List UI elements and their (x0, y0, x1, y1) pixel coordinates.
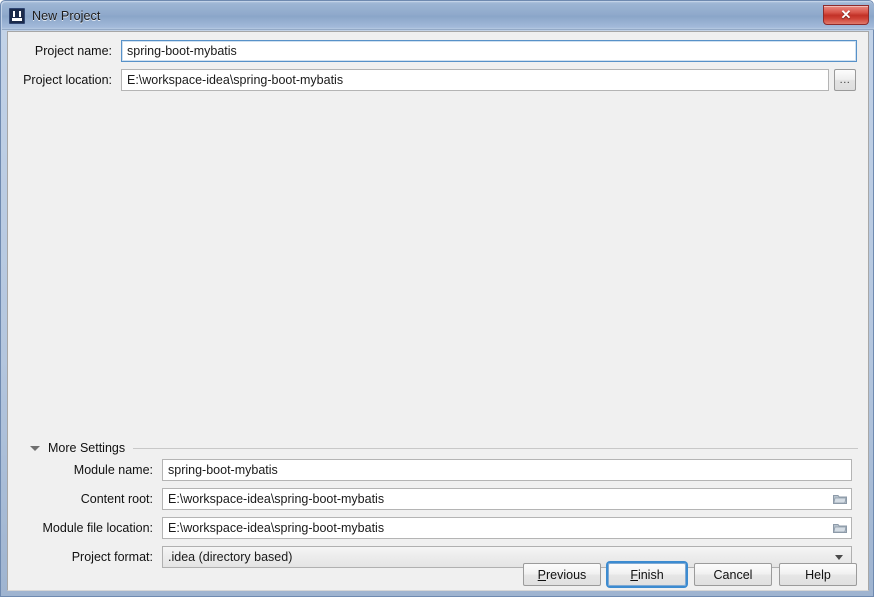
browse-project-location-button[interactable]: ... (834, 69, 856, 91)
content-root-field-wrap (162, 488, 852, 510)
dialog-button-bar: Previous Finish Cancel Help (8, 558, 870, 592)
module-file-location-row: Module file location: (8, 517, 870, 539)
project-location-field-wrap (121, 69, 829, 91)
content-root-label: Content root: (80, 492, 153, 506)
help-button[interactable]: Help (779, 563, 857, 586)
module-file-location-label: Module file location: (42, 521, 153, 535)
dialog-client-area: Project name: Project location: ... More… (7, 31, 869, 591)
module-name-field-wrap (162, 459, 852, 481)
new-project-dialog-window: New Project ✕ Project name: Project loca… (0, 0, 874, 597)
module-name-row: Module name: (8, 459, 870, 481)
previous-button[interactable]: Previous (523, 563, 601, 586)
project-name-label: Project name: (34, 44, 112, 58)
project-name-field-wrap (121, 40, 857, 62)
chevron-down-icon[interactable] (30, 445, 40, 451)
module-file-location-field-wrap (162, 517, 852, 539)
close-icon: ✕ (840, 7, 852, 22)
project-location-row: Project location: ... (8, 69, 870, 91)
content-root-input[interactable] (162, 488, 852, 510)
intellij-idea-icon (9, 7, 25, 24)
project-name-input[interactable] (121, 40, 857, 62)
content-root-row: Content root: (8, 488, 870, 510)
more-settings-divider (133, 447, 858, 449)
previous-button-label: Previous (537, 567, 587, 582)
module-file-location-input[interactable] (162, 517, 852, 539)
more-settings-section-header[interactable]: More Settings (30, 440, 858, 456)
project-location-input[interactable] (121, 69, 829, 91)
module-name-input[interactable] (162, 459, 852, 481)
finish-button-label: Finish (630, 567, 664, 582)
cancel-button[interactable]: Cancel (694, 563, 772, 586)
close-button[interactable]: ✕ (823, 4, 869, 25)
more-settings-label: More Settings (48, 441, 126, 455)
finish-button[interactable]: Finish (608, 563, 686, 586)
title-bar: New Project ✕ (2, 2, 874, 30)
project-name-row: Project name: (8, 40, 870, 62)
module-name-label: Module name: (73, 463, 153, 477)
project-location-label: Project location: (23, 73, 112, 87)
window-title: New Project (32, 8, 101, 23)
